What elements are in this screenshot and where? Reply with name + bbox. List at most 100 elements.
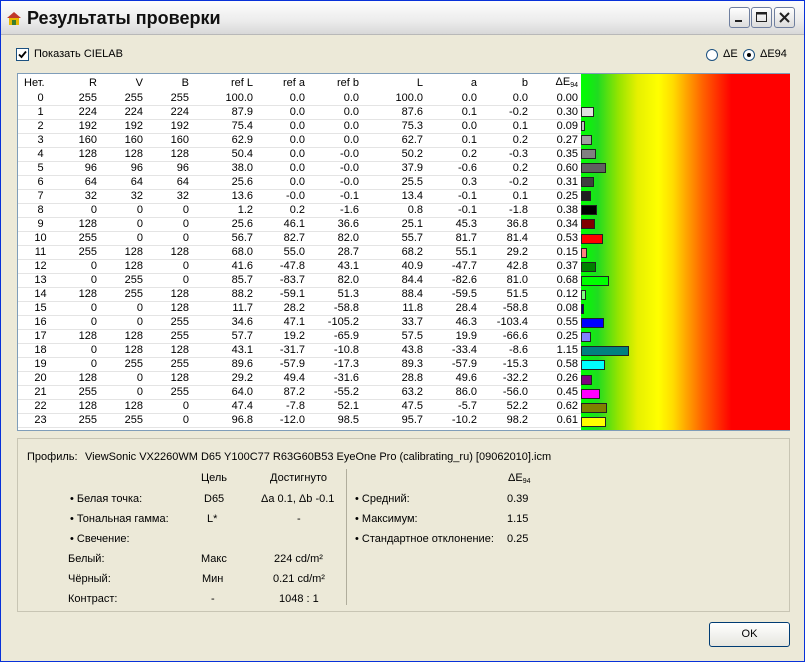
cell-ref-a: 0.0 xyxy=(256,105,308,121)
show-cielab-checkbox[interactable] xyxy=(16,48,29,61)
table-row[interactable]: 8 0 0 0 1.2 0.2 -1.6 0.8 -0.1 -1.8 0.38 xyxy=(18,203,581,219)
radio-delta-e94[interactable] xyxy=(743,49,755,61)
delta-e-bar xyxy=(581,289,587,300)
cell-delta-e94: 0.45 xyxy=(531,385,581,401)
cell-v: 192 xyxy=(100,119,146,135)
table-row[interactable]: 23 255 255 0 96.8 -12.0 98.5 95.7 -10.2 98.2 0.61 xyxy=(18,413,581,429)
col-header-b[interactable]: B xyxy=(146,74,192,92)
cell-l: 47.5 xyxy=(362,399,426,415)
cell-b-measured: -0.3 xyxy=(480,147,531,163)
white-target: Макс xyxy=(201,553,227,565)
results-table-frame[interactable]: Нет. R V B ref L ref a ref b L a b ΔE94 … xyxy=(17,73,790,431)
close-button[interactable] xyxy=(774,7,795,28)
cell-b-measured: 29.2 xyxy=(480,245,531,261)
cell-b-measured: -32.2 xyxy=(480,371,531,387)
table-row[interactable]: 15 0 0 128 11.7 28.2 -58.8 11.8 28.4 -58.8 0.08 xyxy=(18,301,581,317)
cell-ref-l: 96.8 xyxy=(192,413,256,429)
cell-a: -59.5 xyxy=(426,287,480,303)
cell-l: 88.4 xyxy=(362,287,426,303)
delta-e94-header: ΔE94 xyxy=(508,472,531,485)
cell-r: 96 xyxy=(60,161,100,177)
maximize-button[interactable] xyxy=(751,7,772,28)
black-achieved: 0.21 cd/m² xyxy=(273,573,325,585)
table-row[interactable]: 9 128 0 0 25.6 46.1 36.6 25.1 45.3 36.8 0.34 xyxy=(18,217,581,233)
cell-v: 64 xyxy=(100,175,146,191)
cell-l: 63.2 xyxy=(362,385,426,401)
col-header-ref-a[interactable]: ref a xyxy=(256,74,308,92)
delta-e-bar xyxy=(581,360,606,371)
cell-delta-e94: 0.26 xyxy=(531,371,581,387)
table-row[interactable]: 2 192 192 192 75.4 0.0 0.0 75.3 0.0 0.1 0.09 xyxy=(18,119,581,135)
col-header-r[interactable]: R xyxy=(60,74,100,92)
col-header-a[interactable]: a xyxy=(426,74,480,92)
cell-delta-e94: 0.61 xyxy=(531,413,581,429)
col-header-l[interactable]: L xyxy=(362,74,426,92)
cell-b: 255 xyxy=(146,357,192,373)
table-row[interactable]: 10 255 0 0 56.7 82.7 82.0 55.7 81.7 81.4 0.53 xyxy=(18,231,581,247)
table-row[interactable]: 17 128 128 255 57.7 19.2 -65.9 57.5 19.9 -66.6 0.2… xyxy=(18,329,581,345)
cell-v: 128 xyxy=(100,343,146,359)
cell-delta-e94: 0.68 xyxy=(531,273,581,289)
delta-e-bar xyxy=(581,191,592,202)
cell-ref-l: 85.7 xyxy=(192,273,256,289)
window-title: Результаты проверки xyxy=(27,8,221,28)
cell-ref-a: 82.7 xyxy=(256,231,308,247)
white-label: Белый: xyxy=(68,553,105,565)
radio-delta-e[interactable] xyxy=(706,49,718,61)
minimize-button[interactable] xyxy=(729,7,750,28)
cell-ref-b: -1.6 xyxy=(308,203,362,219)
table-row[interactable]: 21 255 0 255 64.0 87.2 -55.2 63.2 86.0 -56.0 0.45 xyxy=(18,385,581,401)
table-row[interactable]: 12 0 128 0 41.6 -47.8 43.1 40.9 -47.7 42.8 0.37 xyxy=(18,259,581,275)
delta-e-bar xyxy=(581,388,600,399)
cell-a: 19.9 xyxy=(426,329,480,345)
cell-l: 37.9 xyxy=(362,161,426,177)
cell-l: 25.5 xyxy=(362,175,426,191)
cell-v: 0 xyxy=(100,203,146,219)
table-row[interactable]: 4 128 128 128 50.4 0.0 -0.0 50.2 0.2 -0.3 0.35 xyxy=(18,147,581,163)
cell-v: 0 xyxy=(100,301,146,317)
table-row[interactable]: 22 128 128 0 47.4 -7.8 52.1 47.5 -5.7 52.2 0.62 xyxy=(18,399,581,415)
table-row[interactable]: 5 96 96 96 38.0 0.0 -0.0 37.9 -0.6 0.2 0.60 xyxy=(18,161,581,177)
table-row[interactable]: 19 0 255 255 89.6 -57.9 -17.3 89.3 -57.9 -15.3 0.5… xyxy=(18,357,581,373)
cell-number: 19 xyxy=(18,357,60,373)
cell-b-measured: 0.2 xyxy=(480,161,531,177)
table-row[interactable]: 20 128 0 128 29.2 49.4 -31.6 28.8 49.6 -32.2 0.26 xyxy=(18,371,581,387)
table-row[interactable]: 14 128 255 128 88.2 -59.1 51.3 88.4 -59.5 51.5 0.1… xyxy=(18,287,581,303)
cell-delta-e94: 0.27 xyxy=(531,133,581,149)
table-row[interactable]: 1 224 224 224 87.9 0.0 0.0 87.6 0.1 -0.2 0.30 xyxy=(18,105,581,121)
cell-b: 255 xyxy=(146,329,192,345)
cell-a: -47.7 xyxy=(426,259,480,275)
cell-ref-a: 49.4 xyxy=(256,371,308,387)
cell-ref-b: 98.5 xyxy=(308,413,362,429)
cell-number: 10 xyxy=(18,231,60,247)
cell-v: 32 xyxy=(100,189,146,205)
cell-l: 89.3 xyxy=(362,357,426,373)
cell-ref-l: 47.4 xyxy=(192,399,256,415)
cell-a: -0.1 xyxy=(426,203,480,219)
col-header-b-measured[interactable]: b xyxy=(480,74,531,92)
cell-l: 43.8 xyxy=(362,343,426,359)
table-row[interactable]: 0 255 255 255 100.0 0.0 0.0 100.0 0.0 0.0 0.00 xyxy=(18,92,581,107)
col-header-number[interactable]: Нет. xyxy=(18,74,60,92)
average-label: • Средний: xyxy=(355,493,410,505)
summary-panel: Профиль: ViewSonic VX2260WM D65 Y100C77 … xyxy=(17,438,790,612)
table-row[interactable]: 6 64 64 64 25.6 0.0 -0.0 25.5 0.3 -0.2 0.31 xyxy=(18,175,581,191)
table-row[interactable]: 7 32 32 32 13.6 -0.0 -0.1 13.4 -0.1 0.1 0.25 xyxy=(18,189,581,205)
table-row[interactable]: 18 0 128 128 43.1 -31.7 -10.8 43.8 -33.4 -8.6 1.15 xyxy=(18,343,581,359)
col-header-delta-e94[interactable]: ΔE94 xyxy=(531,74,581,92)
cell-l: 55.7 xyxy=(362,231,426,247)
delta-e94-header-sub: 94 xyxy=(522,478,531,485)
cell-r: 64 xyxy=(60,175,100,191)
col-header-v[interactable]: V xyxy=(100,74,146,92)
table-row[interactable]: 3 160 160 160 62.9 0.0 0.0 62.7 0.1 0.2 0.27 xyxy=(18,133,581,149)
table-row[interactable]: 16 0 0 255 34.6 47.1 -105.2 33.7 46.3 -103.4 0.55 xyxy=(18,315,581,331)
table-row[interactable]: 11 255 128 128 68.0 55.0 28.7 68.2 55.1 29.2 0.15 xyxy=(18,245,581,261)
table-row[interactable]: 13 0 255 0 85.7 -83.7 82.0 84.4 -82.6 81.0 0.68 xyxy=(18,273,581,289)
cell-r: 0 xyxy=(60,203,100,219)
cell-ref-a: 87.2 xyxy=(256,385,308,401)
col-header-ref-l[interactable]: ref L xyxy=(192,74,256,92)
cell-ref-a: 0.0 xyxy=(256,119,308,135)
cell-ref-a: 47.1 xyxy=(256,315,308,331)
ok-button[interactable]: OK xyxy=(709,622,790,647)
col-header-ref-b[interactable]: ref b xyxy=(308,74,362,92)
